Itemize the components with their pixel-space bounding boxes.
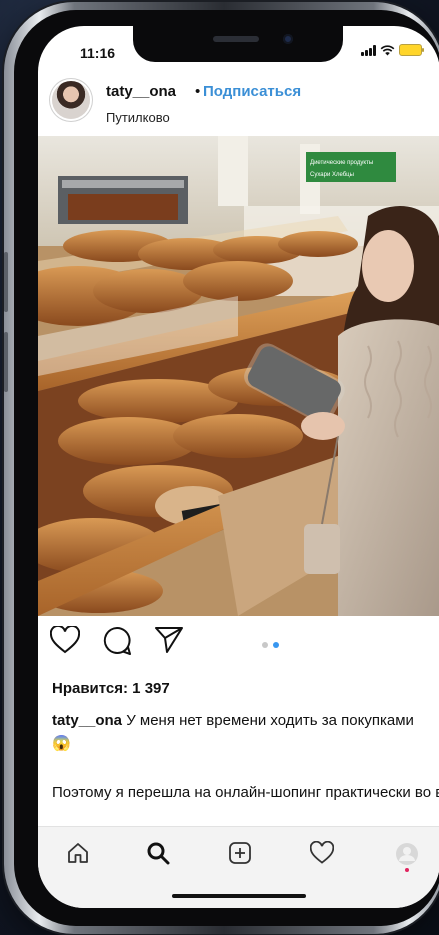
volume-button xyxy=(4,332,8,392)
search-icon[interactable] xyxy=(146,841,170,865)
post-caption: taty__ona У меня нет времени ходить за п… xyxy=(52,709,432,755)
profile-icon[interactable] xyxy=(394,841,420,873)
send-icon[interactable] xyxy=(154,626,184,654)
front-camera xyxy=(283,34,293,44)
separator-dot: • xyxy=(195,83,201,100)
carousel-dot-active xyxy=(273,642,279,648)
phone-frame: 11:16 taty__ona • Подписаться Путилково xyxy=(4,2,439,934)
post-username[interactable]: taty__ona xyxy=(106,83,176,100)
carousel-indicator xyxy=(262,642,279,648)
comment-icon[interactable] xyxy=(102,626,132,656)
add-post-icon[interactable] xyxy=(228,841,252,865)
volume-button xyxy=(4,252,8,312)
heart-icon[interactable] xyxy=(50,626,80,654)
post-location[interactable]: Путилково xyxy=(106,110,170,125)
post-photo[interactable]: Диетические продукты Сухари Хлебцы xyxy=(38,136,439,616)
caption-continued: Поэтому я перешла на онлайн-шопинг практ… xyxy=(52,784,439,801)
status-time: 11:16 xyxy=(80,45,116,61)
battery-icon xyxy=(399,44,424,56)
carousel-dot xyxy=(262,642,268,648)
wifi-icon xyxy=(380,44,395,55)
home-icon[interactable] xyxy=(66,841,90,865)
speaker xyxy=(213,36,259,42)
caption-username[interactable]: taty__ona xyxy=(52,712,122,729)
home-indicator[interactable] xyxy=(172,894,306,898)
follow-button[interactable]: Подписаться xyxy=(203,83,301,100)
status-icons xyxy=(361,44,424,56)
likes-count[interactable]: Нравится: 1 397 xyxy=(52,680,170,697)
svg-text:Диетические продукты: Диетические продукты xyxy=(310,160,373,166)
post-actions xyxy=(38,626,439,666)
post-header: taty__ona • Подписаться Путилково xyxy=(52,81,432,131)
svg-text:Сухари Хлебцы: Сухари Хлебцы xyxy=(310,172,354,178)
phone-screen: 11:16 taty__ona • Подписаться Путилково xyxy=(38,26,439,908)
signal-icon xyxy=(361,44,376,56)
heart-outline-icon[interactable] xyxy=(310,841,334,865)
notch xyxy=(133,26,343,62)
post-photo-image: Диетические продукты Сухари Хлебцы xyxy=(38,136,439,616)
avatar[interactable] xyxy=(52,81,90,119)
